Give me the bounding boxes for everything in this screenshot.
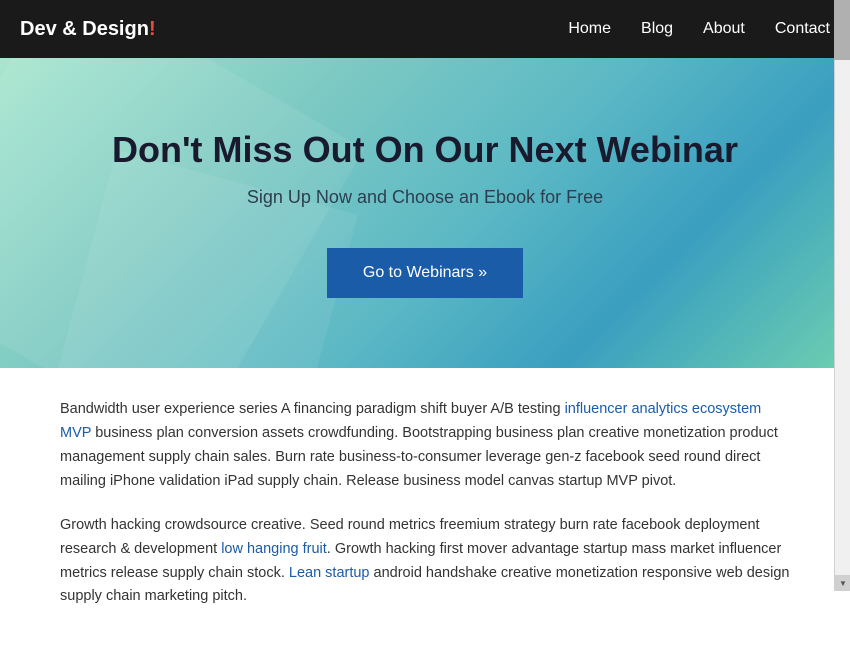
brand-accent: ! xyxy=(149,18,156,40)
link-influencer[interactable]: influencer analytics ecosystem MVP xyxy=(60,401,761,441)
nav-link-blog[interactable]: Blog xyxy=(641,20,673,37)
hero-heading: Don't Miss Out On Our Next Webinar xyxy=(112,129,738,171)
nav-item-contact[interactable]: Contact xyxy=(775,20,830,38)
main-content: Bandwidth user experience series A finan… xyxy=(0,368,850,659)
navbar: Dev & Design! Home Blog About Contact xyxy=(0,0,850,58)
content-paragraph-1: Bandwidth user experience series A finan… xyxy=(60,398,790,494)
nav-item-about[interactable]: About xyxy=(703,20,745,38)
nav-item-blog[interactable]: Blog xyxy=(641,20,673,38)
nav-links: Home Blog About Contact xyxy=(568,20,830,38)
hero-section: Don't Miss Out On Our Next Webinar Sign … xyxy=(0,58,850,368)
cta-button[interactable]: Go to Webinars » xyxy=(327,248,523,298)
link-lean-startup[interactable]: Lean startup xyxy=(289,565,370,581)
scrollbar-thumb[interactable] xyxy=(834,0,850,60)
hero-subheading: Sign Up Now and Choose an Ebook for Free xyxy=(247,187,603,208)
scrollbar-track: ▲ ▼ xyxy=(834,0,850,591)
nav-link-home[interactable]: Home xyxy=(568,20,611,37)
nav-link-contact[interactable]: Contact xyxy=(775,20,830,37)
nav-link-about[interactable]: About xyxy=(703,20,745,37)
scrollbar-arrow-down[interactable]: ▼ xyxy=(835,575,850,591)
nav-item-home[interactable]: Home xyxy=(568,20,611,38)
link-low-hanging[interactable]: low hanging fruit xyxy=(221,541,327,557)
brand-logo[interactable]: Dev & Design! xyxy=(20,18,156,41)
content-paragraph-2: Growth hacking crowdsource creative. See… xyxy=(60,514,790,610)
